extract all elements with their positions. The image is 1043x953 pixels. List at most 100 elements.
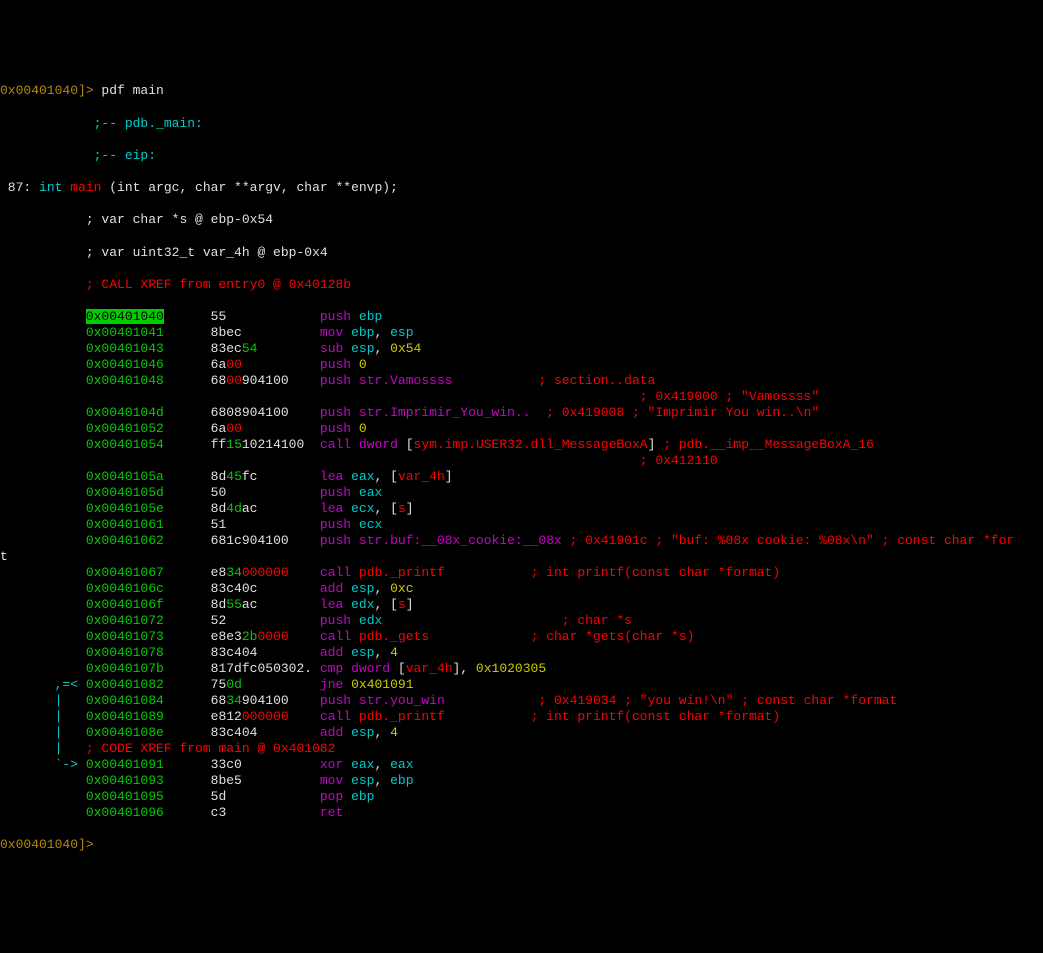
operand: 0x1020305 (476, 661, 546, 676)
asm-row: ,=< 0x00401082 750d jne 0x401091 (0, 677, 1043, 693)
mnemonic: push (320, 309, 351, 324)
address: 0x0040105e (86, 501, 164, 516)
flow-indicator (0, 309, 86, 324)
hex-bytes: 50 (211, 485, 320, 500)
operand: , (375, 645, 391, 660)
operand: eax (351, 485, 382, 500)
operand: ebp (390, 773, 413, 788)
asm-row: 0x0040106c 83c40c add esp, 0xc (0, 581, 1043, 597)
hex-bytes: 817dfc050302. (211, 661, 320, 676)
hex-bytes: 52 (211, 613, 320, 628)
hex-bytes: e812 (211, 709, 242, 724)
prompt-address-bottom: 0x00401040 (0, 837, 78, 852)
comment: ; char *s (382, 613, 632, 628)
asm-row: 0x00401061 51 push ecx (0, 517, 1043, 533)
comment: ; 0x419034 ; "you win!\n" ; const char *… (445, 693, 897, 708)
operand: s (398, 597, 406, 612)
hex-bytes: 5d (211, 789, 320, 804)
mnemonic: mov (320, 325, 343, 340)
operand: str.you_win (351, 693, 445, 708)
operand: s (398, 501, 406, 516)
flow-indicator (0, 629, 86, 644)
hex-bytes: 6a (211, 357, 227, 372)
flow-indicator (0, 773, 86, 788)
prompt-line-bottom[interactable]: 0x00401040]> (0, 837, 1043, 853)
hex-bytes: 8be5 (211, 773, 320, 788)
asm-row: 0x00401073 e8e32b0000 call pdb._gets ; c… (0, 629, 1043, 645)
mnemonic: call (320, 565, 351, 580)
asm-row: 0x0040106f 8d55ac lea edx, [s] (0, 597, 1043, 613)
mnemonic: xor (320, 757, 343, 772)
mnemonic: call (320, 629, 351, 644)
hex-bytes: 33c0 (211, 757, 320, 772)
flow-indicator: | (0, 693, 86, 708)
asm-row: 0x00401093 8be5 mov esp, ebp (0, 773, 1043, 789)
flow-indicator: `-> (0, 757, 86, 772)
operand: ebp (343, 325, 374, 340)
asm-row: 0x00401052 6a00 push 0 (0, 421, 1043, 437)
mnemonic: add (320, 725, 343, 740)
hex-bytes: e8e3 (211, 629, 242, 644)
mnemonic: lea (320, 597, 343, 612)
terminal-output: 0x00401040]> pdf main ;-- pdb._main: ;--… (0, 67, 1043, 870)
command-text: pdf main (94, 83, 164, 98)
asm-row: 0x0040105d 50 push eax (0, 485, 1043, 501)
operand: , (375, 773, 391, 788)
operand: , [ (375, 501, 398, 516)
address: 0x00401095 (86, 789, 164, 804)
call-xref: ; CALL XREF from entry0 @ 0x40128b (0, 277, 1043, 293)
flow-indicator (0, 389, 86, 404)
hex-bytes: e8 (211, 565, 227, 580)
flow-indicator (0, 805, 86, 820)
operand: ecx (351, 517, 382, 532)
pdb-header: ;-- pdb._main: (0, 116, 1043, 132)
address: 0x00401078 (86, 645, 164, 660)
mnemonic: push (320, 373, 351, 388)
operand: eax (343, 469, 374, 484)
mnemonic: ret (320, 805, 343, 820)
address: 0x0040106c (86, 581, 164, 596)
hex-bytes: 000000 (242, 565, 289, 580)
flow-indicator (0, 405, 86, 420)
operand: [ (390, 661, 406, 676)
operand: esp (390, 325, 413, 340)
mnemonic: push (320, 405, 351, 420)
operand: ] (445, 469, 453, 484)
hex-bytes: 8d (211, 597, 227, 612)
address: 0x00401062 (86, 533, 164, 548)
operand: ] (406, 597, 414, 612)
asm-row: 0x00401062 681c904100 push str.buf:__08x… (0, 533, 1043, 549)
address: 0x00401073 (86, 629, 164, 644)
flow-indicator (0, 533, 86, 548)
operand: pdb._printf (351, 709, 445, 724)
comment: ; int printf(const char *format) (445, 565, 780, 580)
flow-indicator (0, 437, 86, 452)
hex-bytes: 34 (226, 565, 242, 580)
mnemonic: sub (320, 341, 343, 356)
operand: esp (343, 645, 374, 660)
address: 0x00401048 (86, 373, 164, 388)
asm-row: 0x00401095 5d pop ebp (0, 789, 1043, 805)
flow-indicator: | (0, 725, 86, 740)
prompt-line-top[interactable]: 0x00401040]> pdf main (0, 83, 1043, 99)
flow-indicator (0, 469, 86, 484)
mnemonic: add (320, 645, 343, 660)
comment: ; section..data (453, 373, 656, 388)
flow-indicator (0, 645, 86, 660)
asm-row: | 0x0040108e 83c404 add esp, 4 (0, 725, 1043, 741)
mnemonic: push (320, 421, 351, 436)
mnemonic: push (320, 357, 351, 372)
asm-row: 0x00401096 c3 ret (0, 805, 1043, 821)
comment: ; 0x41901c ; "buf: %08x cookie: %08x\n" … (562, 533, 1014, 548)
asm-row: ; 0x419000 ; "Vamossss" (0, 389, 1043, 405)
hex-bytes: 8d (211, 469, 227, 484)
flow-indicator (0, 661, 86, 676)
address: 0x0040105a (86, 469, 164, 484)
mnemonic: push (320, 485, 351, 500)
mnemonic: push (320, 613, 351, 628)
operand: 4 (390, 725, 398, 740)
comment: ; 0x412110 (86, 453, 718, 468)
asm-row: 0x00401067 e834000000 call pdb._printf ;… (0, 565, 1043, 581)
hex-bytes: 681c904100 (211, 533, 320, 548)
operand: eax (343, 757, 374, 772)
